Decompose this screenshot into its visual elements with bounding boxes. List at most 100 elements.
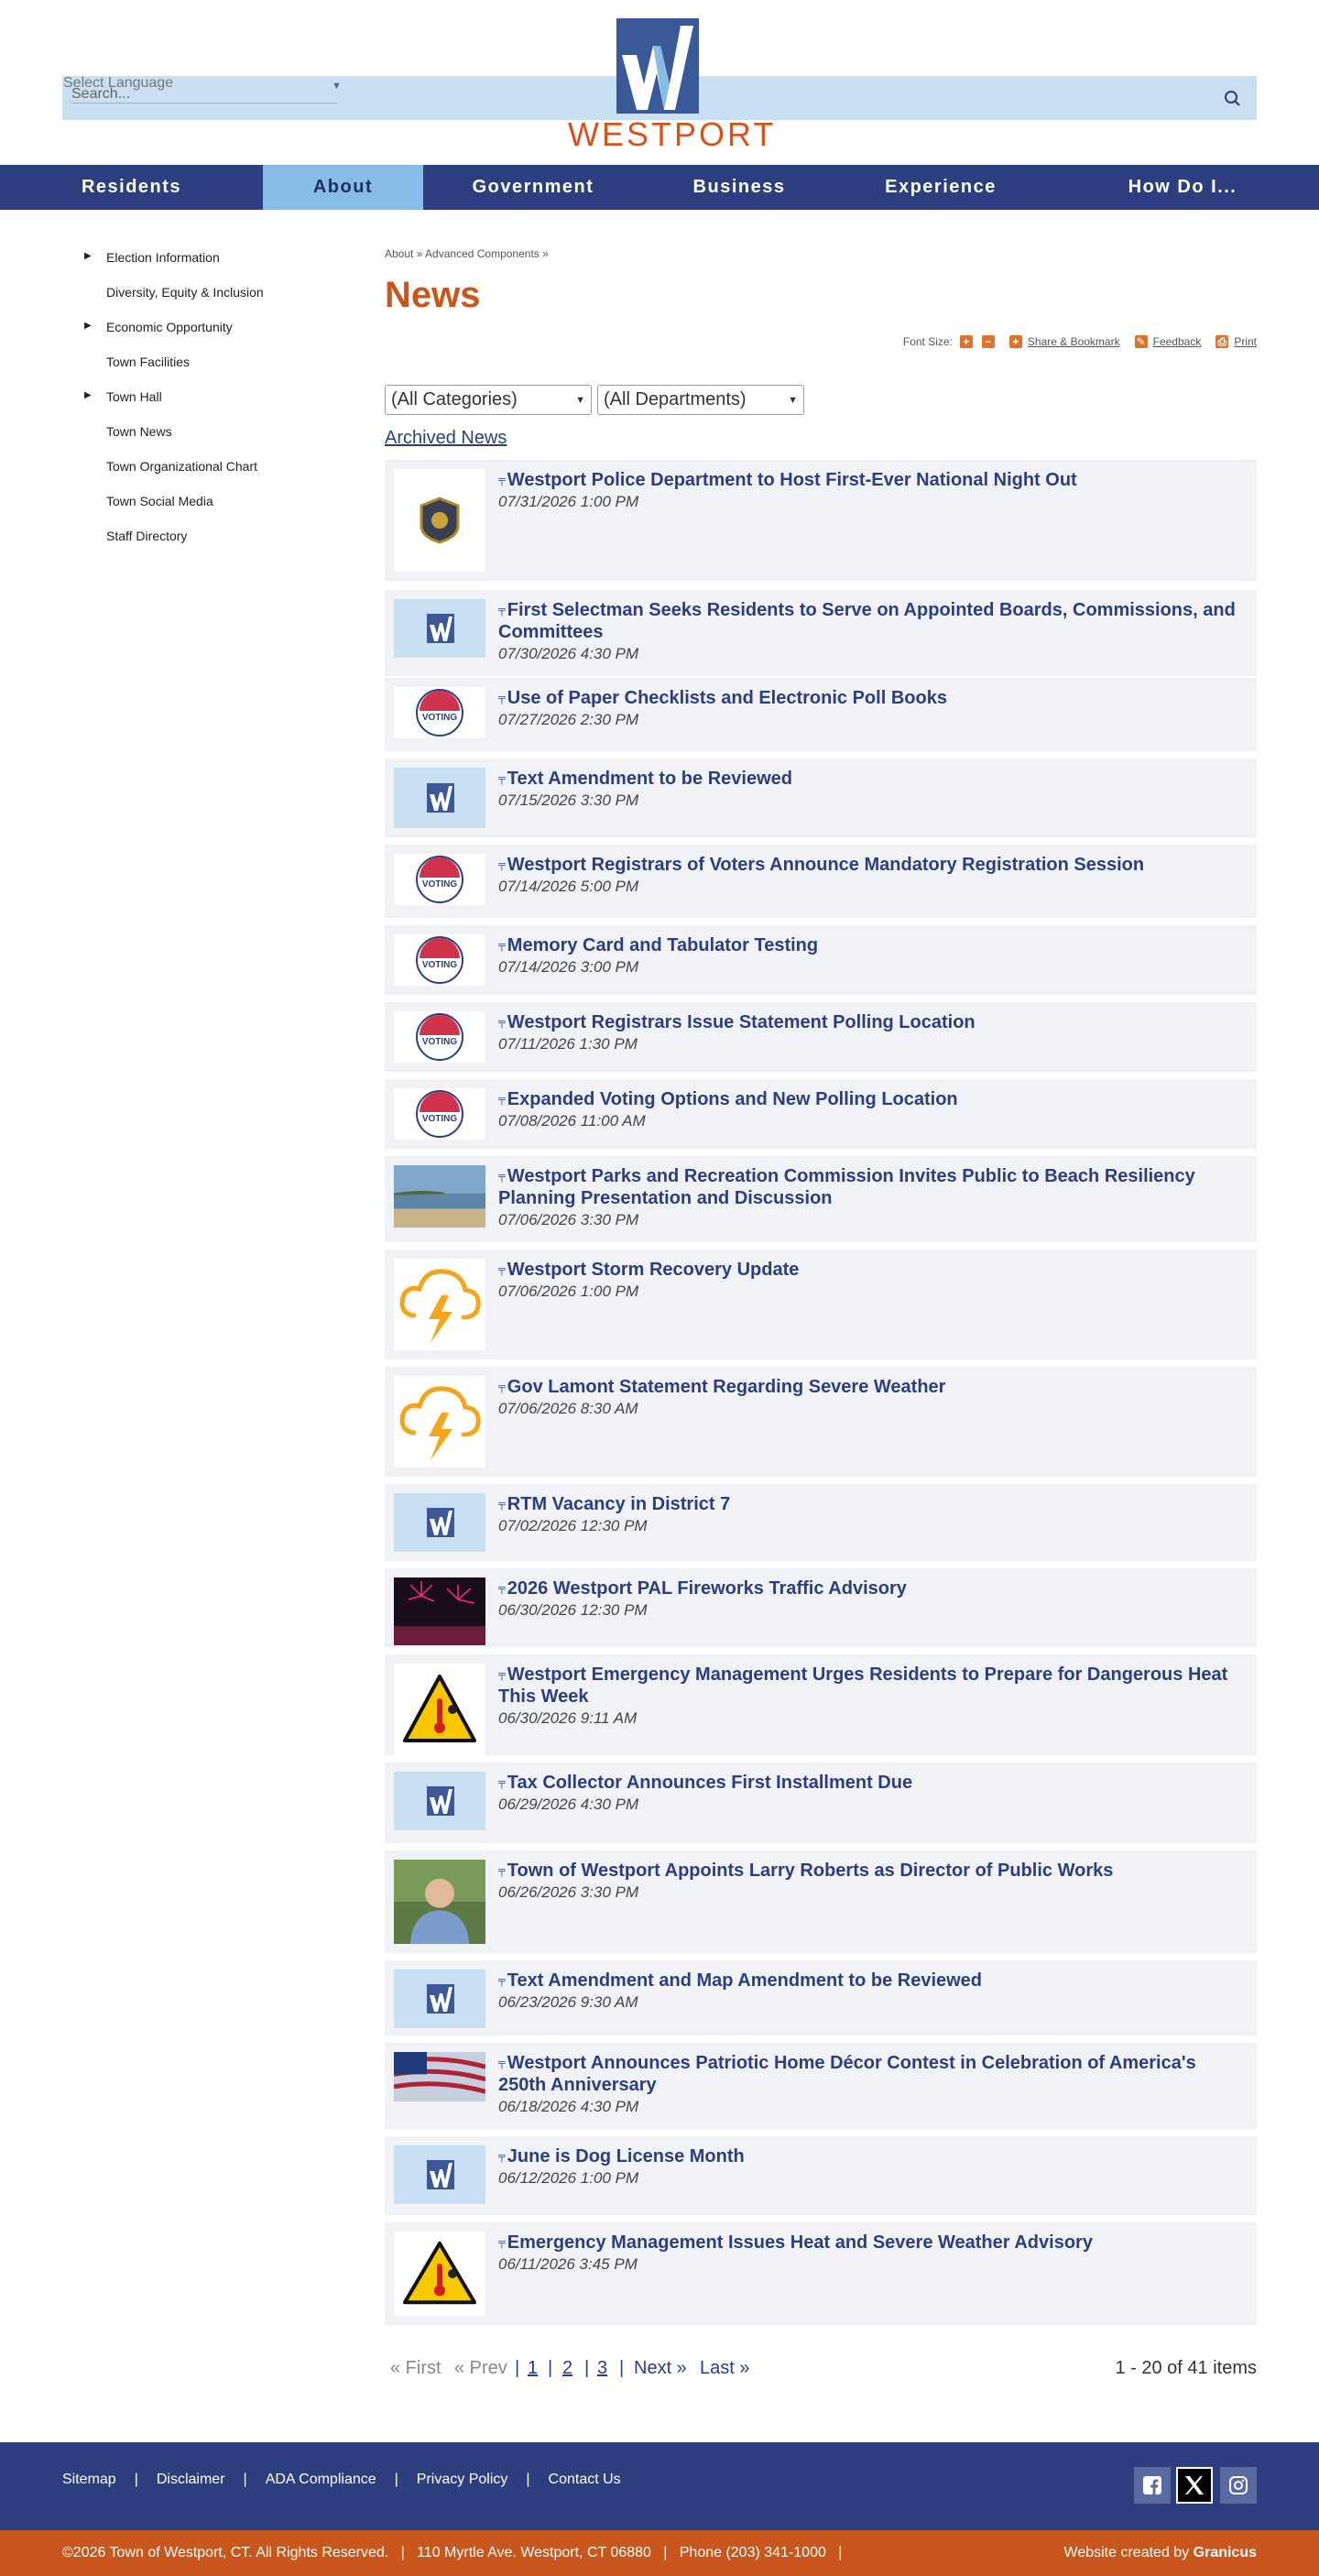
news-item[interactable]: ╤ Tax Collector Announces First Installme… (385, 1763, 1257, 1843)
police-badge-thumbnail[interactable] (394, 469, 485, 572)
storm-icon-thumbnail[interactable] (394, 1259, 485, 1350)
news-title-link[interactable]: ╤ Westport Parks and Recreation Commissio… (498, 1165, 1240, 1209)
search-input[interactable] (71, 85, 337, 104)
sidebar-item-town-news[interactable]: Town News (82, 414, 357, 449)
news-item[interactable]: ╤ Text Amendment to be Reviewed 07/15/2026… (385, 759, 1257, 837)
news-title-link[interactable]: ╤ Text Amendment to be Reviewed (498, 768, 1240, 790)
voting-seal-thumbnail[interactable]: VOTING (394, 1011, 485, 1063)
print-icon[interactable]: ⎙ (1215, 335, 1229, 348)
westport-logo-thumbnail[interactable] (394, 1772, 485, 1830)
voting-seal-thumbnail[interactable]: VOTING (394, 854, 485, 905)
news-title-link[interactable]: ╤ Use of Paper Checklists and Electronic … (498, 687, 1240, 709)
voting-seal-thumbnail[interactable]: VOTING (394, 1088, 485, 1140)
news-item[interactable]: ╤ Westport Police Department to Host Firs… (385, 460, 1257, 581)
archived-news-link[interactable]: Archived News (385, 428, 507, 449)
news-item[interactable]: ╤ Emergency Management Issues Heat and Se… (385, 2222, 1257, 2325)
flag-thumbnail[interactable] (394, 2052, 485, 2101)
expand-caret-icon[interactable]: ▶ (84, 321, 92, 331)
news-title-link[interactable]: ╤ Westport Registrars of Voters Announce … (498, 854, 1240, 876)
page-2-link[interactable]: 2 (562, 2358, 572, 2379)
nav-government[interactable]: Government (423, 165, 643, 210)
nav-how-do-i[interactable]: How Do I... (1046, 165, 1319, 210)
news-title-link[interactable]: ╤ Westport Police Department to Host Firs… (498, 469, 1240, 491)
voting-seal-thumbnail[interactable]: VOTING (394, 687, 485, 738)
feedback-link[interactable]: Feedback (1153, 335, 1202, 348)
news-item[interactable]: ╤ June is Dog License Month 06/12/2026 1:0… (385, 2136, 1257, 2215)
nav-about[interactable]: About (263, 165, 423, 210)
print-link[interactable]: Print (1234, 335, 1257, 348)
breadcrumb[interactable]: About » Advanced Components » (385, 247, 1257, 264)
heat-warning-thumbnail[interactable] (394, 1664, 485, 1755)
font-decrease-icon[interactable]: − (981, 335, 995, 348)
westport-logo-thumbnail[interactable] (394, 768, 485, 828)
news-title-link[interactable]: ╤ Westport Storm Recovery Update (498, 1259, 1240, 1281)
instagram-icon[interactable] (1220, 2467, 1257, 2504)
prev-page-link[interactable]: « Prev (454, 2358, 507, 2379)
news-title-link[interactable]: ╤ Tax Collector Announces First Installme… (498, 1772, 1240, 1794)
nav-business[interactable]: Business (643, 165, 835, 210)
next-page-link[interactable]: Next » (634, 2358, 687, 2379)
news-item[interactable]: VOTING ╤ Use of Paper Checklists and Elect… (385, 678, 1257, 751)
footer-link-contact[interactable]: Contact Us (549, 2472, 621, 2488)
x-icon[interactable] (1176, 2467, 1213, 2504)
share-bookmark-link[interactable]: Share & Bookmark (1028, 335, 1120, 348)
news-title-link[interactable]: ╤ RTM Vacancy in District 7 (498, 1493, 1240, 1515)
last-page-link[interactable]: Last » (700, 2358, 749, 2379)
search-icon[interactable] (1222, 88, 1242, 108)
nav-residents[interactable]: Residents (0, 165, 263, 210)
news-item[interactable]: ╤ Gov Lamont Statement Regarding Severe W… (385, 1367, 1257, 1477)
credit-brand[interactable]: Granicus (1194, 2545, 1257, 2560)
footer-link-privacy[interactable]: Privacy Policy (417, 2472, 508, 2488)
expand-caret-icon[interactable]: ▶ (84, 390, 92, 400)
sidebar-item-social-media[interactable]: Town Social Media (82, 484, 357, 518)
news-item[interactable]: VOTING ╤ Westport Registrars Issue Stateme… (385, 1002, 1257, 1072)
news-item[interactable]: ╤ First Selectman Seeks Residents to Serv… (385, 590, 1257, 676)
footer-link-sitemap[interactable]: Sitemap (62, 2472, 116, 2488)
news-item[interactable]: ╤ Westport Announces Patriotic Home Décor… (385, 2043, 1257, 2129)
page-1-link[interactable]: 1 (528, 2358, 538, 2379)
beach-thumbnail[interactable] (394, 1165, 485, 1228)
news-item[interactable]: ╤ 2026 Westport PAL Fireworks Traffic Adv… (385, 1568, 1257, 1647)
westport-logo-thumbnail[interactable] (394, 599, 485, 658)
storm-icon-thumbnail[interactable] (394, 1376, 485, 1468)
first-page-link[interactable]: « First (390, 2358, 441, 2379)
granicus-credit[interactable]: Website created by Granicus (1064, 2545, 1257, 2561)
fireworks-thumbnail[interactable] (394, 1577, 485, 1645)
news-item[interactable]: VOTING ╤ Memory Card and Tabulator Testing… (385, 925, 1257, 995)
westport-logo-thumbnail[interactable] (394, 1970, 485, 2028)
department-select[interactable]: (All Departments) ▼ (597, 385, 804, 415)
voting-seal-thumbnail[interactable]: VOTING (394, 934, 485, 986)
news-title-link[interactable]: ╤ Gov Lamont Statement Regarding Severe W… (498, 1376, 1240, 1398)
facebook-icon[interactable] (1134, 2467, 1171, 2504)
sidebar-item-economic-opportunity[interactable]: ▶ Economic Opportunity (82, 310, 357, 344)
news-title-link[interactable]: ╤ June is Dog License Month (498, 2145, 1240, 2167)
news-title-link[interactable]: ╤ Town of Westport Appoints Larry Roberts… (498, 1860, 1240, 1882)
news-item[interactable]: ╤ Town of Westport Appoints Larry Roberts… (385, 1850, 1257, 1953)
sidebar-item-election-information[interactable]: ▶ Election Information (82, 240, 357, 275)
news-title-link[interactable]: ╤ Expanded Voting Options and New Polling… (498, 1088, 1240, 1110)
news-item[interactable]: ╤ Text Amendment and Map Amendment to be … (385, 1960, 1257, 2036)
news-item[interactable]: VOTING ╤ Westport Registrars of Voters Ann… (385, 845, 1257, 918)
sidebar-item-town-hall[interactable]: ▶ Town Hall (82, 379, 357, 414)
news-item[interactable]: ╤ RTM Vacancy in District 7 07/02/2026 12:… (385, 1484, 1257, 1561)
sidebar-item-org-chart[interactable]: Town Organizational Chart (82, 449, 357, 484)
news-title-link[interactable]: ╤ Westport Registrars Issue Statement Pol… (498, 1011, 1240, 1033)
news-title-link[interactable]: ╤ Westport Announces Patriotic Home Décor… (498, 2052, 1240, 2096)
news-title-link[interactable]: ╤ Text Amendment and Map Amendment to be … (498, 1970, 1240, 1992)
news-title-link[interactable]: ╤ 2026 Westport PAL Fireworks Traffic Adv… (498, 1577, 1240, 1599)
nav-experience[interactable]: Experience (835, 165, 1046, 210)
sidebar-item-town-facilities[interactable]: Town Facilities (82, 344, 357, 379)
westport-logo[interactable]: WESTPORT (568, 16, 773, 154)
news-item[interactable]: VOTING ╤ Expanded Voting Options and New P… (385, 1079, 1257, 1149)
portrait-thumbnail[interactable] (394, 1860, 485, 1944)
sidebar-item-staff-directory[interactable]: Staff Directory (82, 518, 357, 553)
footer-link-disclaimer[interactable]: Disclaimer (157, 2472, 225, 2488)
sidebar-item-dei[interactable]: Diversity, Equity & Inclusion (82, 275, 357, 310)
westport-logo-thumbnail[interactable] (394, 2145, 485, 2204)
news-title-link[interactable]: ╤ First Selectman Seeks Residents to Serv… (498, 599, 1240, 643)
news-item[interactable]: ╤ Westport Emergency Management Urges Res… (385, 1654, 1257, 1755)
heat-warning-thumbnail[interactable] (394, 2232, 485, 2316)
font-increase-icon[interactable]: + (959, 335, 973, 348)
page-3-link[interactable]: 3 (597, 2358, 607, 2379)
expand-caret-icon[interactable]: ▶ (84, 251, 92, 261)
